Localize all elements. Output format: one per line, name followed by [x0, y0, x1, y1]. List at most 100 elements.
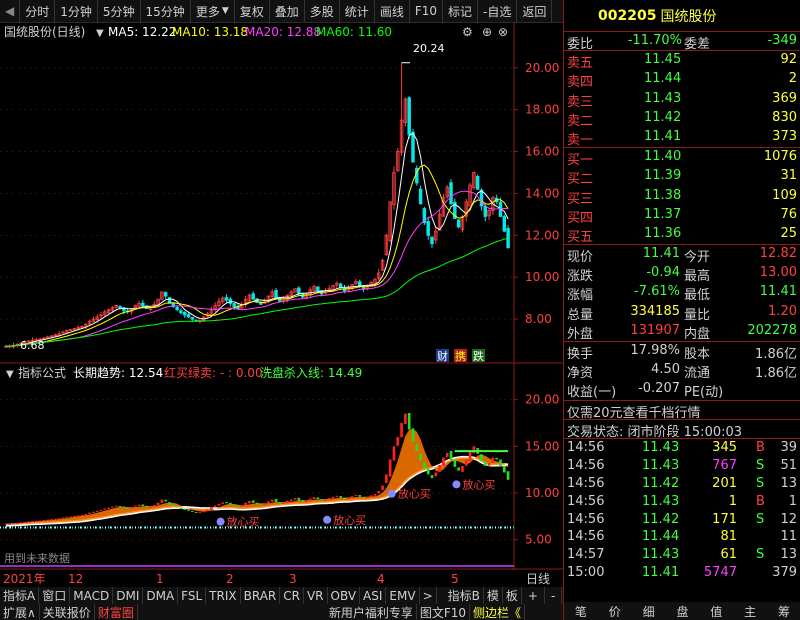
toolbar-more[interactable]: 更多 ▼ — [191, 0, 235, 23]
stat-row[interactable]: 收益(一) -0.207 PE(动) — [564, 380, 800, 400]
stat-row[interactable]: 外盘 131907 内盘 202278 — [564, 322, 800, 342]
f10-graphic-link[interactable]: 图文F10 — [417, 604, 471, 620]
chevron-down-icon[interactable]: ▼ — [6, 369, 14, 380]
ask-volume: 92 — [780, 52, 797, 68]
chevron-down-icon[interactable]: ▼ — [96, 28, 104, 39]
ask-row[interactable]: 卖四 11.44 2 — [564, 70, 800, 90]
tab-board[interactable]: 板 — [503, 587, 522, 604]
expand-button[interactable]: 扩展∧ — [0, 604, 40, 620]
toolbar-f10[interactable]: F10 — [410, 0, 443, 23]
signal-bar — [152, 505, 156, 507]
stat-row[interactable]: 现价 11.41 今开 12.82 — [564, 245, 800, 265]
side-tab-icon[interactable]: 值 — [710, 603, 722, 620]
toolbar-adjust[interactable]: 复权 — [235, 0, 270, 23]
tab-emv[interactable]: EMV — [386, 587, 420, 604]
tab-indicator-b[interactable]: 指标B — [445, 587, 484, 604]
candle-body — [502, 216, 507, 232]
tick-row[interactable]: 14:56 11.43 1 B 1 — [564, 493, 800, 511]
zoom-plus-button[interactable]: + — [522, 587, 545, 604]
toolbar-15min[interactable]: 15分钟 — [141, 0, 191, 23]
ask-row[interactable]: 卖五 11.45 92 — [564, 51, 800, 71]
toolbar-intraday[interactable]: 分时 — [20, 0, 56, 23]
signal-bar — [263, 503, 266, 505]
tab-asi[interactable]: ASI — [360, 587, 387, 604]
bid-row[interactable]: 买五 11.36 25 — [564, 225, 800, 245]
tab-indicator-a[interactable]: 指标A — [0, 587, 40, 604]
toolbar-watchlist[interactable]: -自选 — [478, 0, 518, 23]
signal-bar — [213, 505, 217, 508]
tab-cr[interactable]: CR — [280, 587, 304, 604]
chart-area[interactable]: 20.00 18.00 16.00 14.00 12.00 10.00 8.00 20.00… — [0, 23, 563, 570]
close-icon[interactable]: ⊗ — [498, 25, 508, 39]
toolbar-multi[interactable]: 多股 — [305, 0, 340, 23]
tab-dma[interactable]: DMA — [143, 587, 179, 604]
toolbar-back-arrow[interactable]: ◀ — [0, 0, 21, 23]
toolbar-1min[interactable]: 1分钟 — [55, 0, 98, 23]
stat-row[interactable]: 总量 334185 量比 1.20 — [564, 303, 800, 323]
tab-dmi[interactable]: DMI — [113, 587, 144, 604]
toolbar-stats[interactable]: 统计 — [340, 0, 375, 23]
zoom-in-icon[interactable]: ⊕ — [482, 25, 492, 39]
bid-row[interactable]: 买四 11.37 76 — [564, 206, 800, 226]
promo-row[interactable]: 仅需20元查看千档行情 — [564, 401, 800, 421]
bid-row[interactable]: 买二 11.39 31 — [564, 167, 800, 187]
side-tab-icon[interactable]: 价 — [609, 603, 621, 620]
tick-row[interactable]: 14:56 11.42 201 S 13 — [564, 475, 800, 493]
tick-time: 14:56 — [567, 475, 605, 491]
settings-icon[interactable]: ⚙ — [462, 25, 473, 39]
tab-window[interactable]: 窗口 — [39, 587, 71, 604]
signal-bar — [92, 511, 95, 513]
stat-row[interactable]: 换手 17.98% 股本 1.86亿 — [564, 342, 800, 362]
wealth-circle-link[interactable]: 财富圈 — [95, 604, 138, 620]
promo-text[interactable]: 仅需20元查看千档行情 — [567, 402, 701, 421]
tick-volume: 171 — [712, 511, 737, 527]
tick-row[interactable]: 14:56 11.43 345 B 39 — [564, 439, 800, 457]
tab-more-arrow[interactable]: > — [420, 587, 437, 604]
bid-row[interactable]: 买一 11.40 1076 — [564, 148, 800, 168]
toolbar-return[interactable]: 返回 — [517, 0, 553, 23]
tick-row[interactable]: 14:56 11.44 81 11 — [564, 528, 800, 546]
tick-volume: 201 — [712, 475, 737, 491]
tab-brar[interactable]: BRAR — [241, 587, 281, 604]
tick-row[interactable]: 14:56 11.42 171 S 12 — [564, 511, 800, 529]
side-tab-icon[interactable]: 筹 — [778, 603, 790, 620]
tick-list[interactable]: 14:56 11.43 345 B 39 14:56 11.43 767 S 51 14:56 11.… — [564, 439, 800, 582]
signal-bar — [38, 520, 42, 522]
tab-fsl[interactable]: FSL — [178, 587, 207, 604]
tick-price: 11.43 — [642, 439, 680, 455]
sidebar-toggle[interactable]: 侧边栏《 — [470, 604, 526, 620]
tick-row[interactable]: 14:57 11.43 61 S 13 — [564, 546, 800, 564]
toolbar-draw[interactable]: 画线 — [375, 0, 410, 23]
ask-row[interactable]: 卖一 11.41 373 — [564, 128, 800, 148]
ask-label: 卖三 — [567, 94, 594, 110]
stat-row[interactable]: 净资 4.50 流通 1.86亿 — [564, 361, 800, 381]
ask-row[interactable]: 卖三 11.43 369 — [564, 90, 800, 110]
stat-row[interactable]: 涨跌 -0.94 最高 13.00 — [564, 264, 800, 284]
toolbar-overlay[interactable]: 叠加 — [270, 0, 305, 23]
main-chart-title: 国统股份(日线) — [4, 25, 85, 39]
bid-row[interactable]: 买三 11.38 109 — [564, 187, 800, 207]
ask-row[interactable]: 卖二 11.42 830 — [564, 109, 800, 129]
zoom-minus-button[interactable]: - — [545, 587, 563, 604]
tab-obv[interactable]: OBV — [328, 587, 361, 604]
signal-bar — [274, 498, 278, 503]
toolbar-5min[interactable]: 5分钟 — [98, 0, 141, 23]
side-tab-icon[interactable]: 盘 — [676, 603, 688, 620]
tab-template[interactable]: 模 — [484, 587, 503, 604]
period-daily-label[interactable]: 日线 — [526, 570, 550, 587]
tick-row[interactable]: 15:00 11.41 5747 379 — [564, 564, 800, 582]
tab-trix[interactable]: TRIX — [206, 587, 241, 604]
stat-row[interactable]: 涨幅 -7.61% 最低 11.41 — [564, 283, 800, 303]
side-tab-icon[interactable]: 主 — [744, 603, 756, 620]
y-tick-label: 8.00 — [525, 312, 552, 326]
new-user-promo-link[interactable]: 新用户福利专享 — [326, 604, 417, 620]
tab-macd[interactable]: MACD — [70, 587, 114, 604]
side-tab-icon[interactable]: 细 — [643, 603, 655, 620]
signal-bar — [240, 505, 244, 507]
related-quotes-link[interactable]: 关联报价 — [40, 604, 95, 620]
kline-chart[interactable]: 20.00 18.00 16.00 14.00 12.00 10.00 8.00 20.00… — [0, 23, 563, 570]
tab-vr[interactable]: VR — [304, 587, 328, 604]
side-tab-icon[interactable]: 笔 — [575, 603, 587, 620]
tick-row[interactable]: 14:56 11.43 767 S 51 — [564, 457, 800, 475]
toolbar-mark[interactable]: 标记 — [443, 0, 479, 23]
